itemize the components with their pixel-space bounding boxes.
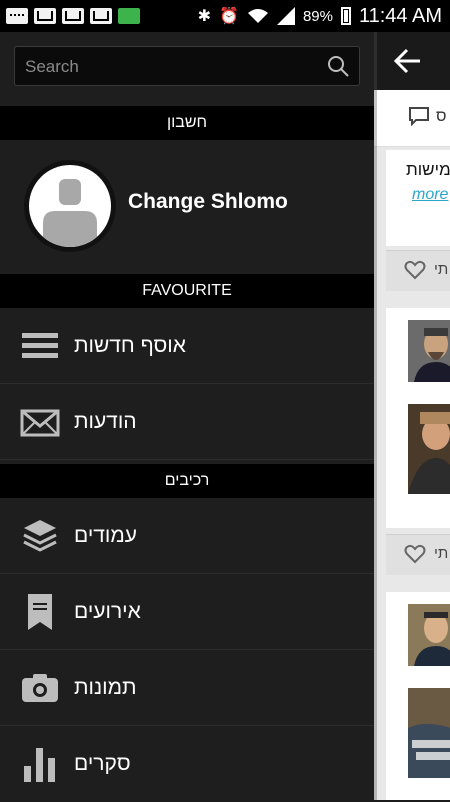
menu-item-photos[interactable]: תמונות bbox=[0, 650, 374, 726]
post-card[interactable]: מישות. more bbox=[386, 150, 450, 246]
search-input[interactable] bbox=[15, 47, 327, 87]
post-photo bbox=[408, 404, 450, 494]
like-bar[interactable]: תי bbox=[386, 250, 450, 291]
like-label: תי bbox=[434, 261, 449, 278]
bookmark-icon bbox=[28, 593, 52, 630]
camera-icon bbox=[22, 673, 58, 702]
search-box[interactable] bbox=[14, 46, 360, 87]
menu-item-polls[interactable]: סקרים bbox=[0, 726, 374, 802]
post-author-photo bbox=[408, 320, 450, 382]
bar-chart-icon bbox=[24, 748, 55, 782]
layers-icon bbox=[23, 519, 57, 552]
alarm-icon: ⏰ bbox=[219, 8, 239, 25]
menu-lines-icon bbox=[22, 332, 58, 358]
system-indicators: ✱ ⏰ 89% 11:44 AM bbox=[198, 0, 442, 32]
signal-icon bbox=[276, 7, 295, 25]
tab-row[interactable]: ס bbox=[374, 90, 450, 147]
heart-icon[interactable] bbox=[404, 544, 426, 564]
menu-item-pages[interactable]: עמודים bbox=[0, 498, 374, 574]
avatar[interactable] bbox=[24, 160, 116, 252]
back-arrow-icon[interactable] bbox=[394, 48, 422, 74]
battery-percent: 89% bbox=[302, 7, 333, 25]
gmail-notification-icon bbox=[90, 8, 112, 24]
gmail-notification-icon bbox=[62, 8, 84, 24]
main-content: ס מישות. more תי bbox=[374, 32, 450, 800]
post-card[interactable] bbox=[386, 592, 450, 800]
favourite-section-header: FAVOURITE bbox=[0, 274, 374, 308]
like-label: תי bbox=[434, 545, 449, 562]
components-section-header: רכיבים bbox=[0, 464, 374, 498]
app-bar bbox=[374, 32, 450, 90]
menu-item-events[interactable]: אירועים bbox=[0, 574, 374, 650]
menu-item-label: עמודים bbox=[74, 523, 138, 547]
heart-icon[interactable] bbox=[404, 260, 426, 280]
profile-name[interactable]: Change Shlomo bbox=[128, 190, 288, 214]
bluetooth-icon: ✱ bbox=[197, 8, 212, 25]
navigation-drawer: חשבון Change Shlomo FAVOURITE אוסף חדשות bbox=[0, 32, 374, 800]
drawer-shadow bbox=[374, 32, 377, 800]
post-text: מישות. bbox=[406, 160, 450, 179]
menu-item-label: סקרים bbox=[74, 752, 131, 775]
tab-label: ס bbox=[436, 108, 447, 125]
envelope-icon bbox=[20, 409, 60, 436]
post-card[interactable] bbox=[386, 308, 450, 528]
like-bar[interactable]: תי bbox=[386, 534, 450, 575]
post-banner-image bbox=[408, 688, 450, 778]
gmail-notification-icon bbox=[34, 8, 56, 24]
search-icon[interactable] bbox=[327, 55, 349, 77]
menu-item-news-feed[interactable]: אוסף חדשות bbox=[0, 308, 374, 384]
menu-item-label: תמונות bbox=[74, 675, 137, 699]
menu-item-label: הודעות bbox=[74, 409, 137, 433]
notification-icons bbox=[0, 8, 140, 24]
message-notification-icon bbox=[6, 8, 28, 24]
menu-item-messages[interactable]: הודעות bbox=[0, 384, 374, 460]
profile-row[interactable]: Change Shlomo bbox=[0, 140, 374, 274]
post-author-photo bbox=[408, 604, 450, 666]
default-avatar-icon bbox=[29, 165, 111, 247]
more-link[interactable]: more bbox=[412, 186, 448, 204]
battery-icon bbox=[340, 7, 351, 25]
comment-icon bbox=[409, 107, 429, 126]
account-section-header: חשבון bbox=[0, 106, 374, 140]
wifi-icon bbox=[247, 9, 268, 23]
app-update-icon bbox=[118, 8, 140, 24]
clock: 11:44 AM bbox=[358, 4, 442, 27]
status-bar: ✱ ⏰ 89% 11:44 AM bbox=[0, 0, 450, 32]
menu-item-label: אוסף חדשות bbox=[74, 333, 186, 357]
menu-item-label: אירועים bbox=[74, 599, 141, 623]
